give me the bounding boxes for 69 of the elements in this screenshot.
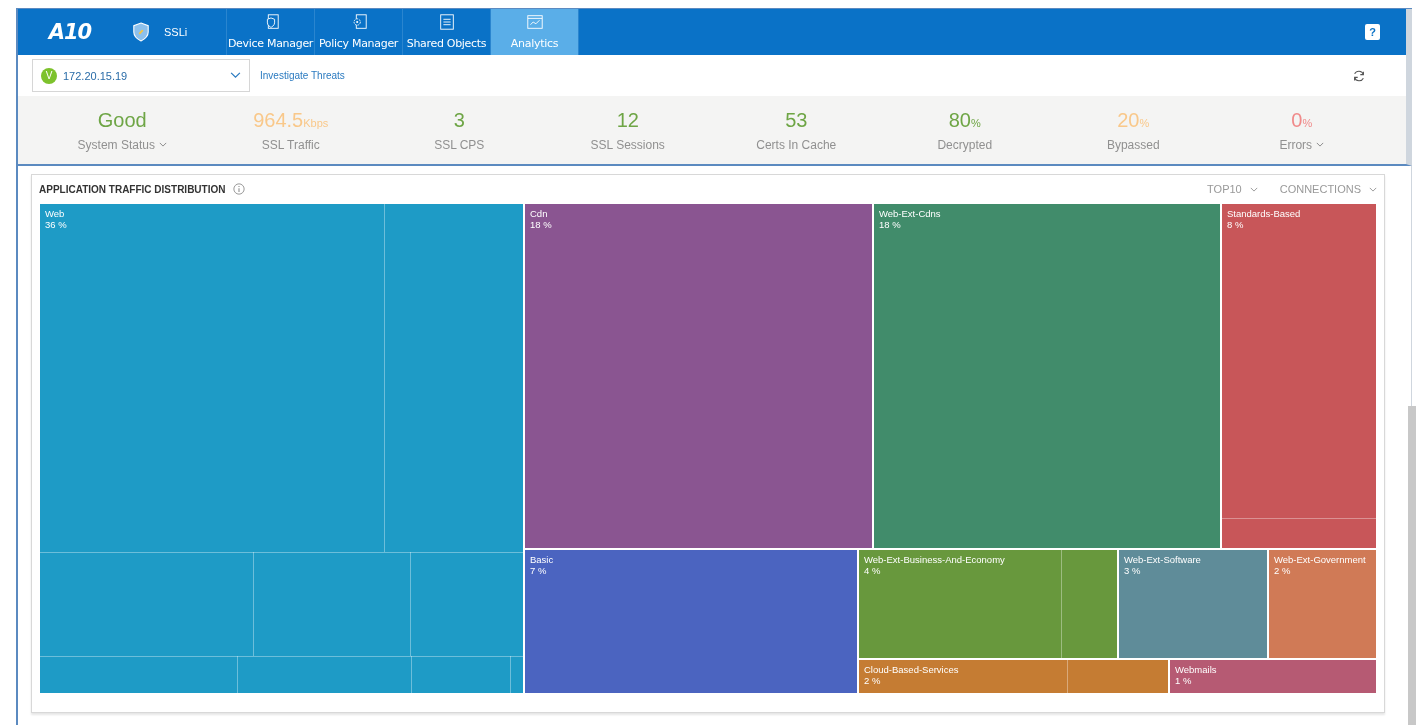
stat-label: SSL Traffic bbox=[261, 137, 320, 152]
tile-label: Cdn bbox=[530, 208, 549, 219]
chevron-down-icon bbox=[1369, 186, 1377, 192]
stat-value: 12 bbox=[616, 108, 639, 132]
nav-tab[interactable]: Policy Manager bbox=[315, 9, 403, 55]
filter-dropdown[interactable]: TOP10 bbox=[1207, 183, 1258, 195]
treemap-tile[interactable]: Web-Ext-Cdns 18 % bbox=[873, 203, 1221, 549]
tile-label: Web-Ext-Government bbox=[1274, 553, 1367, 565]
card-title: APPLICATION TRAFFIC DISTRIBUTION bbox=[39, 183, 226, 195]
stat-value: 3 bbox=[453, 108, 465, 132]
chevron-down-icon bbox=[158, 142, 167, 147]
tile-label: Web-Ext-Software bbox=[1124, 553, 1202, 565]
chevron-down-icon bbox=[1316, 142, 1325, 147]
chevron-down-icon bbox=[230, 72, 241, 79]
logo[interactable]: A10 bbox=[26, 9, 114, 55]
stat-value: 20% bbox=[1117, 108, 1150, 132]
tile-label: Basic bbox=[530, 553, 555, 565]
stat-value: 53 bbox=[785, 108, 808, 132]
stat-label: Certs In Cache bbox=[756, 137, 837, 152]
stat-label: Decrypted bbox=[937, 137, 993, 152]
stat-dropdown[interactable]: Errors bbox=[1279, 137, 1325, 152]
tile-percentage: 18 % bbox=[879, 219, 902, 230]
stat-value: 80% bbox=[948, 108, 981, 132]
tile-label: Web-Ext-Cdns bbox=[879, 208, 942, 219]
product-name: SSLi bbox=[164, 26, 188, 38]
chart-icon bbox=[525, 13, 544, 31]
list-icon bbox=[437, 13, 456, 31]
scrollbar[interactable] bbox=[1408, 406, 1416, 725]
status-badge: V bbox=[41, 67, 57, 84]
treemap-tile[interactable]: Basic 7 % bbox=[524, 548, 858, 694]
stat-label: Bypassed bbox=[1106, 137, 1160, 152]
info-icon[interactable] bbox=[233, 183, 246, 195]
treemap-tile[interactable]: Web-Ext-Software 3 % bbox=[1118, 548, 1268, 659]
treemap-tile[interactable]: Web-Ext-Business-And-Economy 4 % bbox=[858, 548, 1118, 659]
device-select[interactable]: V 172.20.15.19 bbox=[32, 59, 250, 92]
tile-label: Web bbox=[45, 208, 66, 219]
stat-value: 0% bbox=[1291, 108, 1313, 132]
investigate-link[interactable]: Investigate Threats bbox=[260, 70, 345, 81]
tile-percentage: 1 % bbox=[1175, 674, 1193, 686]
tile-percentage: 3 % bbox=[1124, 564, 1142, 576]
filter-dropdown[interactable]: CONNECTIONS bbox=[1279, 183, 1377, 195]
treemap-tile[interactable]: Cloud-Based-Services 2 % bbox=[858, 658, 1169, 694]
stat-value: 964.5Kbps bbox=[253, 108, 329, 132]
nav-tab[interactable]: Analytics bbox=[491, 9, 579, 55]
treemap-tile[interactable]: Web 36 % bbox=[39, 203, 524, 694]
tile-label: Web-Ext-Business-And-Economy bbox=[864, 553, 1006, 565]
tile-percentage: 18 % bbox=[530, 219, 553, 230]
nav-tab[interactable]: Device Manager bbox=[227, 9, 315, 55]
treemap-tile[interactable]: Web-Ext-Government 2 % bbox=[1268, 548, 1377, 659]
stat-dropdown[interactable]: System Status bbox=[77, 137, 167, 152]
chevron-down-icon bbox=[1249, 186, 1258, 192]
tile-percentage: 2 % bbox=[864, 674, 882, 686]
tile-label: Standards-Based bbox=[1227, 208, 1302, 219]
treemap-tile[interactable]: Cdn 18 % bbox=[524, 203, 873, 549]
refresh-icon[interactable] bbox=[1352, 68, 1366, 83]
stat-value: Good bbox=[97, 108, 147, 132]
tile-label: Cloud-Based-Services bbox=[864, 663, 960, 675]
tile-percentage: 7 % bbox=[530, 564, 548, 576]
tile-label: Webmails bbox=[1175, 663, 1218, 675]
tile-percentage: 8 % bbox=[1227, 219, 1245, 230]
stat-label: SSL Sessions bbox=[590, 137, 665, 152]
help-button[interactable]: ? bbox=[1365, 24, 1380, 40]
tile-percentage: 36 % bbox=[45, 219, 68, 230]
shield-icon bbox=[132, 22, 150, 42]
treemap-tile[interactable]: Webmails 1 % bbox=[1169, 658, 1377, 694]
tile-percentage: 2 % bbox=[1274, 564, 1292, 576]
treemap-tile[interactable]: Standards-Based 8 % bbox=[1221, 203, 1377, 549]
stat-label: SSL CPS bbox=[434, 137, 485, 152]
tile-percentage: 4 % bbox=[864, 564, 881, 576]
